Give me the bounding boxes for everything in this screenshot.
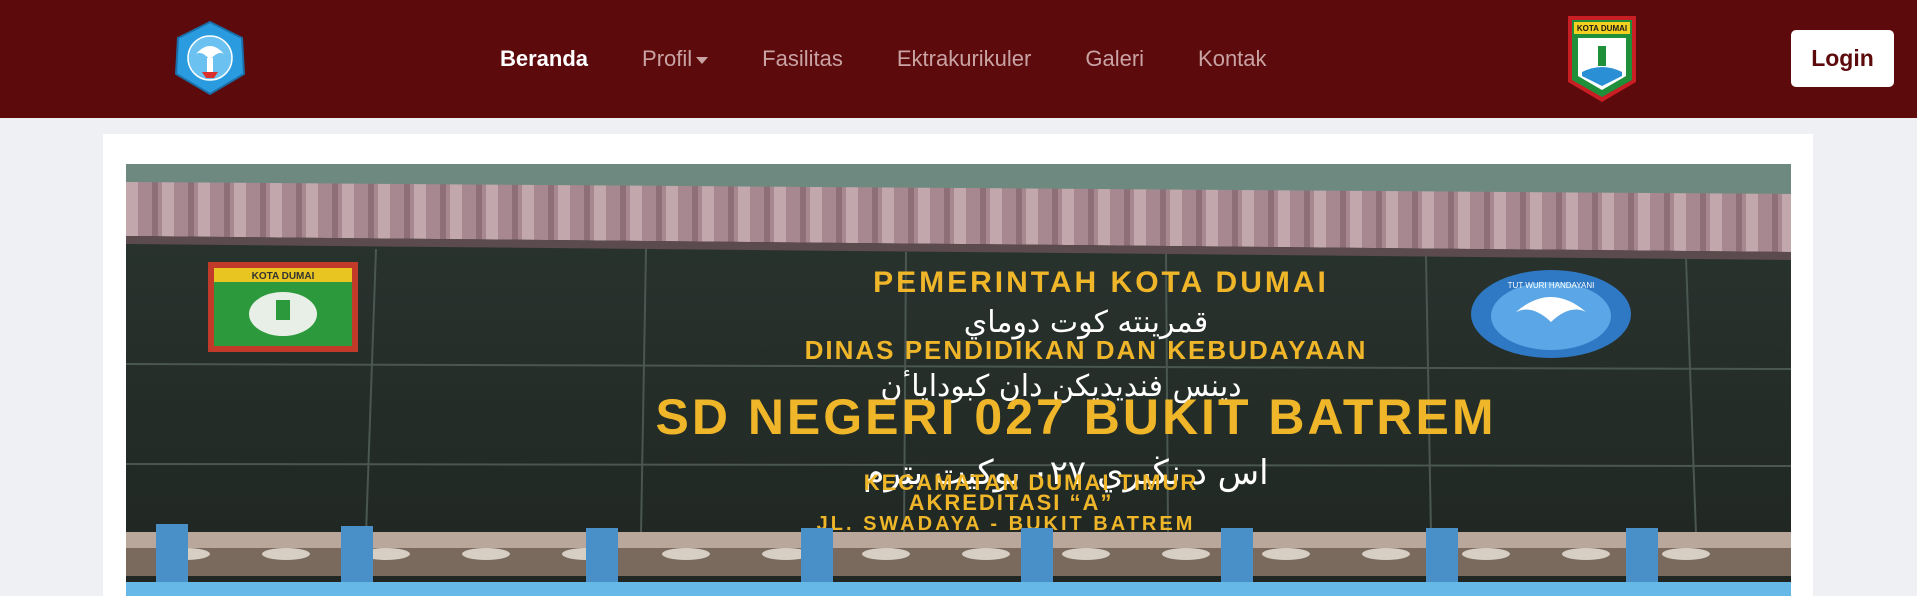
navbar: Beranda Profil Fasilitas Ektrakurikuler …: [0, 0, 1917, 118]
nav-item-galeri[interactable]: Galeri: [1085, 46, 1144, 72]
sign-line-3: SD NEGERI 027 BUKIT BATREM: [655, 389, 1496, 445]
sign-line-1: PEMERINTAH KOTA DUMAI: [873, 266, 1329, 299]
sign-line-6: JL. SWADAYA - BUKIT BATREM: [817, 513, 1196, 535]
svg-text:TUT WURI HANDAYANI: TUT WURI HANDAYANI: [1508, 281, 1595, 290]
sign-line-2: DINAS PENDIDIKAN DAN KEBUDAYAAN: [805, 335, 1368, 365]
nav-item-kontak[interactable]: Kontak: [1198, 46, 1267, 72]
sign-line-5: AKREDITASI “A”: [909, 490, 1114, 515]
caret-down-icon: [696, 56, 709, 64]
nav-links: Beranda Profil Fasilitas Ektrakurikuler …: [500, 0, 1321, 118]
nav-item-beranda[interactable]: Beranda: [500, 46, 588, 72]
kota-dumai-emblem-icon: KOTA DUMAI: [1568, 16, 1636, 102]
content-card: KOTA DUMAI TUT WURI HANDAYANI PEMERINTAH…: [103, 134, 1813, 596]
nav-item-profil[interactable]: Profil: [642, 46, 709, 72]
login-button[interactable]: Login: [1791, 30, 1894, 87]
kota-dumai-emblem-sign-icon: KOTA DUMAI: [208, 262, 358, 352]
tut-wuri-handayani-logo-icon[interactable]: [172, 20, 248, 96]
svg-text:KOTA DUMAI: KOTA DUMAI: [252, 271, 315, 282]
school-sign-photo: KOTA DUMAI TUT WURI HANDAYANI PEMERINTAH…: [126, 164, 1791, 596]
emblem-text: KOTA DUMAI: [1577, 24, 1627, 33]
nav-item-ektrakurikuler[interactable]: Ektrakurikuler: [897, 46, 1031, 72]
nav-item-profil-label: Profil: [642, 46, 693, 71]
tut-wuri-handayani-sign-icon: TUT WURI HANDAYANI: [1471, 270, 1631, 358]
nav-item-fasilitas[interactable]: Fasilitas: [762, 46, 843, 72]
